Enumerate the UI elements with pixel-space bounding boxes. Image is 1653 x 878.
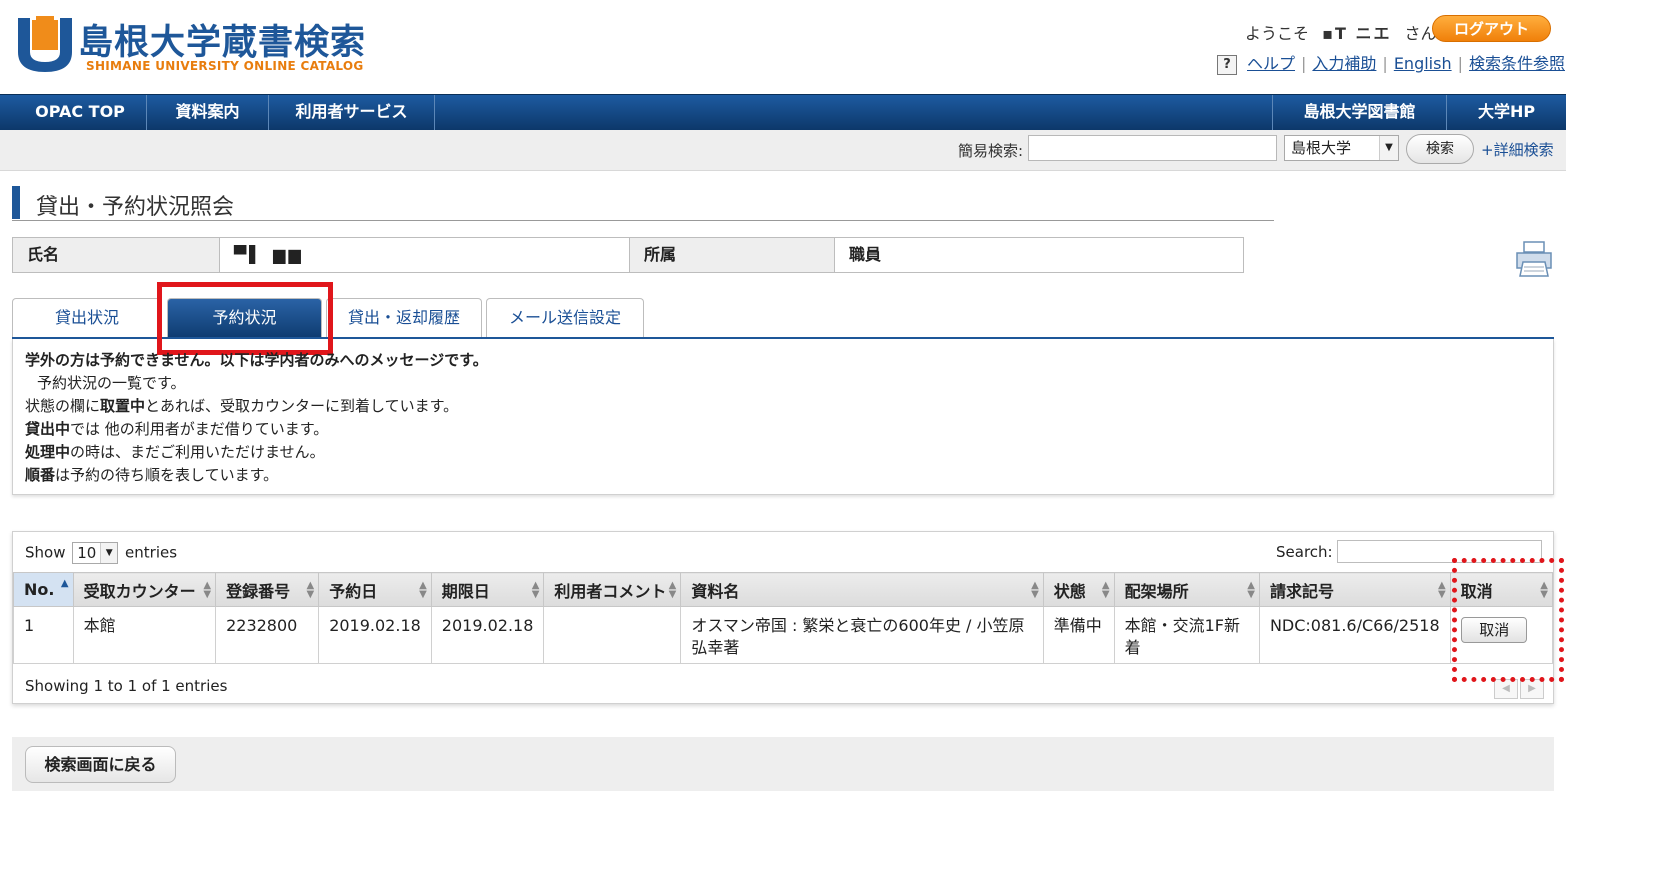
- help-link[interactable]: ヘルプ: [1247, 54, 1295, 73]
- tab-loan-status[interactable]: 貸出状況: [12, 298, 162, 338]
- table-info: Showing 1 to 1 of 1 entries: [25, 677, 228, 695]
- nav-university-hp[interactable]: 大学HP: [1447, 95, 1566, 131]
- nav-library[interactable]: 島根大学図書館: [1272, 95, 1447, 131]
- quick-search-input[interactable]: [1028, 135, 1277, 161]
- cell-no: 1: [13, 606, 74, 664]
- col-reg-no[interactable]: 登録番号 ▲ ▼: [215, 572, 320, 607]
- col-title[interactable]: 資料名 ▲ ▼: [680, 572, 1044, 607]
- chevron-down-icon: ▼: [100, 543, 118, 563]
- logout-button[interactable]: ログアウト: [1432, 15, 1551, 42]
- name-label: 氏名: [13, 238, 220, 272]
- cell-comment: [543, 606, 682, 664]
- notice-line-2: 予約状況の一覧です。: [37, 374, 186, 392]
- welcome-prefix: ようこそ: [1245, 24, 1310, 43]
- notice-line-6: 順番は予約の待ち順を表しています。: [25, 466, 279, 484]
- back-to-search-button[interactable]: 検索画面に戻る: [25, 746, 176, 783]
- notice-line-5: 処理中の時は、まだご利用いただけません。: [25, 443, 325, 461]
- col-status[interactable]: 状態 ▲ ▼: [1042, 572, 1115, 607]
- cell-due-date: 2019.02.18: [430, 606, 545, 664]
- page-title-area: 貸出・予約状況照会: [12, 186, 1274, 221]
- highlight-box-cancel: [1452, 558, 1564, 682]
- main-nav: OPAC TOP 資料案内 利用者サービス 島根大学図書館 大学HP: [0, 94, 1566, 131]
- prev-page-icon[interactable]: ◀: [1494, 679, 1518, 699]
- welcome-text: ようこそ ▪T ニエ さん: [1245, 20, 1437, 44]
- nav-user-services[interactable]: 利用者サービス: [269, 95, 435, 131]
- table-row: 1 本館 2232800 2019.02.18 2019.02.18 オスマン帝…: [13, 606, 1554, 664]
- quick-search-bar: 簡易検索: 島根大学 ▼ 検索 +詳細検索: [0, 130, 1566, 171]
- col-call-no[interactable]: 請求記号 ▲ ▼: [1258, 572, 1451, 607]
- table-header-row: No. ▲ 受取カウンター ▲ ▼ 登録番号 ▲ ▼ 予約日 ▲ ▼ 期限日 ▲ ▼ 利用者コメン…: [13, 572, 1554, 607]
- affiliation-value: 職員: [835, 238, 1243, 272]
- logo-icon: [18, 16, 72, 72]
- table-search-label: Search:: [1276, 543, 1333, 561]
- cell-reserve-date: 2019.02.18: [318, 606, 432, 664]
- page-size-control: Show 10 ▼ entries: [25, 542, 178, 564]
- tab-loan-history[interactable]: 貸出・返却履歴: [326, 298, 482, 338]
- col-reserve-date[interactable]: 予約日 ▲ ▼: [318, 572, 432, 607]
- reservation-table: No. ▲ 受取カウンター ▲ ▼ 登録番号 ▲ ▼ 予約日 ▲ ▼ 期限日 ▲ ▼ 利用者コメン…: [13, 572, 1554, 664]
- header: 島根大学蔵書検索 SHIMANE UNIVERSITY ONLINE CATAL…: [0, 0, 1653, 94]
- search-scope-value: 島根大学: [1291, 139, 1352, 157]
- user-info-table: 氏名 ▀▌ ▆▆ 所属 職員: [12, 237, 1244, 273]
- top-links: ? ヘルプ | 入力補助 | English | 検索条件参照: [1217, 50, 1571, 75]
- tab-mail-settings[interactable]: メール送信設定: [486, 298, 644, 338]
- search-terms-link[interactable]: 検索条件参照: [1469, 54, 1565, 73]
- input-assist-link[interactable]: 入力補助: [1312, 54, 1376, 73]
- cell-location: 本館・交流1F新着: [1113, 606, 1260, 664]
- back-bar: 検索画面に戻る: [12, 737, 1554, 791]
- notice-line-4: 貸出中では 他の利用者がまだ借りています。: [25, 420, 329, 438]
- advanced-search-link[interactable]: +詳細検索: [1481, 139, 1554, 160]
- reservation-table-panel: Show 10 ▼ entries Search: No. ▲ 受取カウンター ▲ ▼ …: [12, 531, 1554, 704]
- nav-guide[interactable]: 資料案内: [147, 95, 269, 131]
- english-link[interactable]: English: [1394, 54, 1452, 73]
- cell-call-no: NDC:081.6/C66/2518: [1258, 606, 1451, 664]
- col-location[interactable]: 配架場所 ▲ ▼: [1113, 572, 1260, 607]
- col-no[interactable]: No. ▲: [13, 572, 74, 607]
- name-value: ▀▌ ▆▆: [220, 238, 630, 272]
- nav-opac-top[interactable]: OPAC TOP: [14, 95, 147, 131]
- cell-counter: 本館: [72, 606, 217, 664]
- notice-line-3: 状態の欄に取置中とあれば、受取カウンターに到着しています。: [25, 397, 459, 415]
- search-scope-select[interactable]: 島根大学 ▼: [1284, 135, 1399, 161]
- help-icon[interactable]: ?: [1217, 54, 1237, 75]
- col-due-date[interactable]: 期限日 ▲ ▼: [430, 572, 545, 607]
- logo-title: 島根大学蔵書検索: [78, 23, 367, 63]
- logo-subtitle: SHIMANE UNIVERSITY ONLINE CATALOG: [86, 59, 364, 73]
- quick-search-label: 簡易検索:: [958, 142, 1024, 160]
- affiliation-label: 所属: [630, 238, 835, 272]
- notice-box: 学外の方は予約できません。以下は学内者のみへのメッセージです。 予約状況の一覧で…: [12, 339, 1554, 495]
- user-name: ▪T ニエ: [1322, 24, 1392, 43]
- col-counter[interactable]: 受取カウンター ▲ ▼: [72, 572, 217, 607]
- cell-title: オスマン帝国 : 繁栄と衰亡の600年史 / 小笠原弘幸著: [680, 606, 1044, 664]
- page-title: 貸出・予約状況照会: [36, 195, 235, 220]
- cell-reg-no: 2232800: [215, 606, 320, 664]
- printer-icon[interactable]: [1514, 240, 1554, 278]
- chevron-down-icon: ▼: [1379, 136, 1398, 160]
- search-button[interactable]: 検索: [1406, 134, 1474, 164]
- page-size-select[interactable]: 10 ▼: [72, 542, 119, 564]
- cell-status: 準備中: [1042, 606, 1115, 664]
- next-page-icon[interactable]: ▶: [1520, 679, 1544, 699]
- notice-line-1: 学外の方は予約できません。以下は学内者のみへのメッセージです。: [25, 351, 488, 369]
- col-comment[interactable]: 利用者コメント ▲ ▼: [543, 572, 682, 607]
